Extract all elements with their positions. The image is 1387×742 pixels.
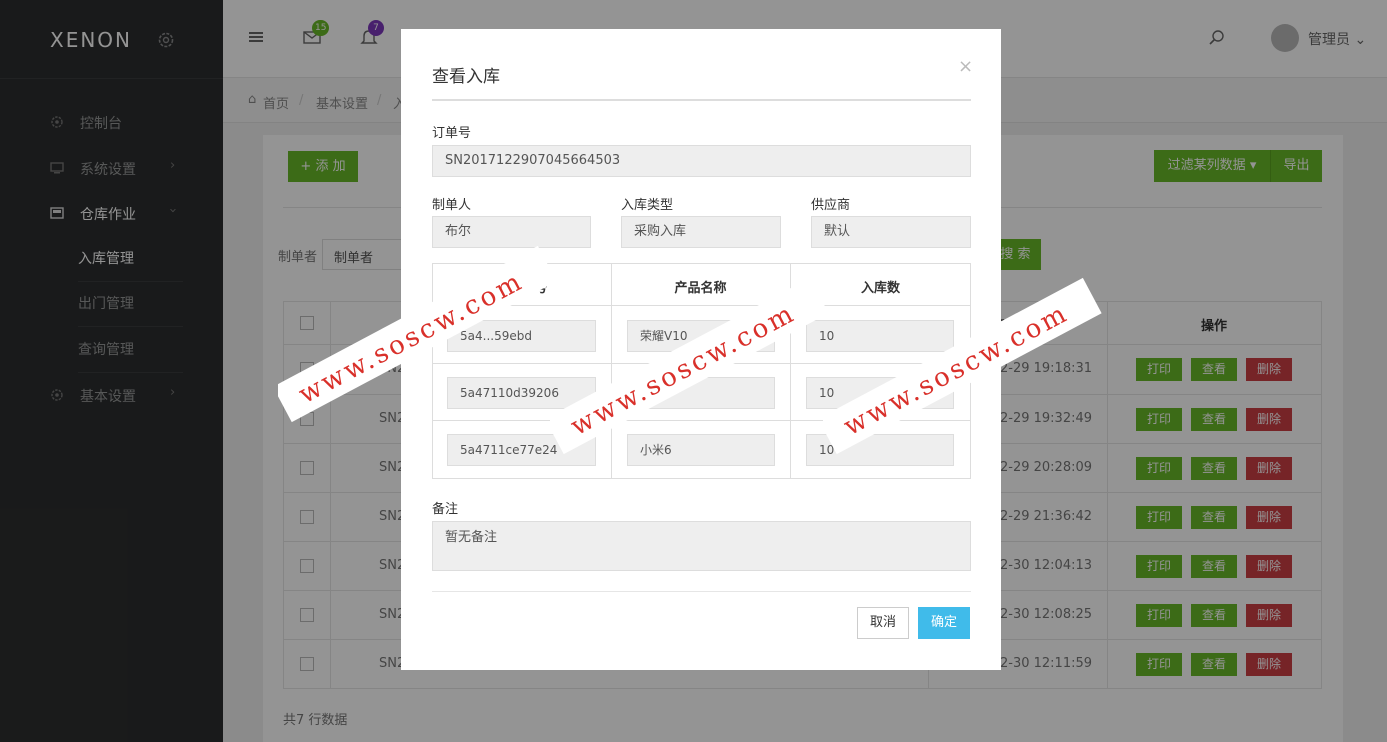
view-inbound-modal: 查看入库 × 订单号 SN2017122907045664503 制单人 布尔 … (401, 29, 1001, 670)
inbound-type-field[interactable]: 采购入库 (621, 216, 781, 248)
divider (432, 99, 971, 101)
product-code-field[interactable]: 5a47110d39206 (447, 377, 596, 409)
quantity-field[interactable]: 10 (806, 434, 954, 466)
product-name-field[interactable]: 小米6 (627, 434, 775, 466)
product-code-header: 产品编号 (495, 281, 548, 296)
divider (432, 591, 971, 592)
inbound-type-label: 入库类型 (621, 198, 674, 213)
remark-textarea[interactable]: 暂无备注 (432, 521, 971, 571)
product-name-header: 产品名称 (674, 281, 727, 296)
quantity-field[interactable]: 10 (806, 320, 954, 352)
close-icon[interactable]: × (958, 56, 973, 77)
supplier-label: 供应商 (811, 198, 851, 213)
creator-field[interactable]: 布尔 (432, 216, 591, 248)
quantity-header: 入库数 (860, 281, 900, 296)
table-divider (432, 420, 971, 421)
supplier-field[interactable]: 默认 (811, 216, 971, 248)
table-divider (432, 305, 971, 306)
confirm-button[interactable]: 确定 (918, 607, 970, 639)
modal-title: 查看入库 (432, 67, 500, 87)
quantity-field[interactable]: 10 (806, 377, 954, 409)
product-code-field[interactable]: 5a4...59ebd (447, 320, 596, 352)
creator-label: 制单人 (432, 198, 472, 213)
remark-label: 备注 (432, 502, 459, 517)
product-code-field[interactable]: 5a4711ce77e24 (447, 434, 596, 466)
cancel-button[interactable]: 取消 (857, 607, 909, 639)
order-number-field[interactable]: SN2017122907045664503 (432, 145, 971, 177)
product-name-field[interactable]: 荣耀V10 (627, 320, 775, 352)
order-number-label: 订单号 (432, 126, 472, 141)
product-name-field[interactable] (627, 377, 775, 409)
table-divider (432, 363, 971, 364)
